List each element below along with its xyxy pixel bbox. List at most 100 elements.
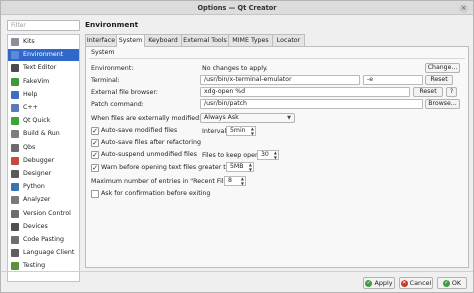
category-icon [11, 249, 19, 258]
reset-terminal-button[interactable]: Reset [425, 75, 453, 85]
autosave-refactor-label: Auto-save files after refactoring [101, 139, 202, 146]
file-browser-label: External file browser: [91, 89, 158, 96]
warn-large-label: Warn before opening text files greater t… [101, 164, 238, 171]
autosave-checkbox[interactable]: ✓ [91, 127, 99, 135]
browse-button[interactable]: Browse... [425, 99, 460, 109]
terminal-args-field[interactable]: -e [363, 75, 423, 85]
autosuspend-checkbox[interactable]: ✓ [91, 151, 99, 159]
sidebar-item-build-run[interactable]: Build & Run [8, 128, 79, 140]
cancel-label: Cancel [409, 279, 432, 287]
sidebar-item-designer[interactable]: Designer [8, 168, 79, 180]
category-icon [11, 170, 19, 178]
category-icon [11, 130, 19, 139]
reset-file-browser-button[interactable]: Reset [413, 87, 443, 97]
sidebar-item-label: FakeVim [23, 77, 50, 85]
filter-input[interactable]: Filter [7, 20, 80, 31]
apply-button[interactable]: ✓ Apply [363, 277, 395, 289]
spin-arrows-icon: ▲ ▼ [250, 126, 254, 136]
interval-value: 5min [230, 127, 246, 134]
sidebar-item-environment[interactable]: Environment [8, 49, 79, 62]
page-title: Environment [85, 20, 139, 29]
category-icon [11, 51, 19, 60]
group-title: System [91, 49, 115, 56]
recent-files-spinbox[interactable]: 8 ▲ ▼ [224, 176, 246, 186]
files-to-keep-spinbox[interactable]: 30 ▲ ▼ [257, 150, 279, 160]
dialog-button-box: ✓ Apply ✕ Cancel ✓ OK [1, 271, 473, 293]
sidebar: Filter Kits Environment Text Editor FakeVim… [7, 20, 80, 282]
sidebar-item-label: Designer [23, 170, 52, 177]
sidebar-item-devices[interactable]: Devices [8, 221, 79, 233]
files-modified-value: Always Ask [204, 114, 239, 121]
tab-external-tools[interactable]: External Tools [181, 34, 229, 46]
patch-command-field[interactable]: /usr/bin/patch [200, 99, 423, 109]
category-icon [11, 90, 19, 99]
sidebar-item-debugger[interactable]: Debugger [8, 155, 79, 167]
category-list: Kits Environment Text Editor FakeVim Help C++… [7, 34, 80, 282]
sidebar-item-language-client[interactable]: Language Client [8, 247, 79, 259]
sidebar-item-label: Debugger [23, 156, 55, 164]
tab-interface[interactable]: Interface [85, 34, 117, 46]
sidebar-item-qt-quick[interactable]: Qt Quick [8, 115, 79, 127]
change-environment-button[interactable]: Change... [425, 63, 460, 73]
options-dialog: Options — Qt Creator × Filter Kits Enviro… [0, 0, 474, 293]
sidebar-item-label: Help [23, 90, 38, 98]
sidebar-item-version-control[interactable]: Version Control [8, 208, 79, 220]
environment-value: No changes to apply. [202, 65, 268, 72]
category-icon [11, 77, 19, 86]
ask-exit-checkbox[interactable] [91, 190, 99, 198]
category-icon [11, 196, 19, 205]
help-button[interactable]: ? [446, 87, 457, 97]
sidebar-item-label: Analyzer [23, 196, 51, 204]
warn-large-spinbox[interactable]: 5MB ▲ ▼ [226, 162, 254, 172]
category-icon [11, 156, 19, 165]
patch-label: Patch command: [91, 101, 144, 108]
ok-label: OK [451, 279, 462, 287]
category-icon [11, 143, 19, 152]
check-icon: ✓ [365, 279, 373, 287]
title-bar: Options — Qt Creator × [1, 1, 473, 15]
category-icon [11, 236, 19, 244]
sidebar-item-label: Text Editor [23, 64, 57, 72]
interval-spinbox[interactable]: 5min ▲ ▼ [226, 126, 256, 136]
sidebar-item-label: Environment [23, 51, 64, 59]
group-divider [89, 58, 465, 59]
ok-button[interactable]: ✓ OK [437, 277, 467, 289]
sidebar-item-c[interactable]: C++ [8, 102, 79, 114]
warn-large-value: 5MB [230, 163, 244, 170]
sidebar-item-kits[interactable]: Kits [8, 36, 79, 48]
file-browser-field[interactable]: xdg-open %d [200, 87, 410, 97]
sidebar-item-label: Build & Run [23, 130, 60, 138]
warn-large-checkbox[interactable]: ✓ [91, 164, 99, 172]
tab-keyboard[interactable]: Keyboard [144, 34, 182, 46]
autosave-label: Auto-save modified files [101, 127, 178, 134]
terminal-field[interactable]: /usr/bin/x-terminal-emulator [200, 75, 360, 85]
sidebar-item-label: Python [23, 183, 45, 191]
sidebar-item-text-editor[interactable]: Text Editor [8, 62, 79, 74]
sidebar-item-code-pasting[interactable]: Code Pasting [8, 234, 79, 246]
close-icon[interactable]: × [459, 4, 468, 13]
recent-files-value: 8 [228, 177, 232, 184]
sidebar-item-help[interactable]: Help [8, 89, 79, 101]
sidebar-item-label: Qt Quick [23, 117, 51, 125]
sidebar-item-label: Code Pasting [23, 236, 64, 243]
cancel-button[interactable]: ✕ Cancel [399, 277, 433, 289]
tab-mime-types[interactable]: MIME Types [228, 34, 273, 46]
sidebar-item-analyzer[interactable]: Analyzer [8, 194, 79, 206]
category-icon [11, 183, 19, 192]
chevron-down-icon: ▼ [287, 115, 291, 121]
sidebar-item-python[interactable]: Python [8, 181, 79, 193]
sidebar-item-qbs[interactable]: Qbs [8, 142, 79, 154]
files-to-keep-value: 30 [261, 151, 269, 158]
tab-system[interactable]: System [116, 34, 145, 47]
sidebar-item-label: Testing [23, 262, 46, 270]
spin-arrows-icon: ▲ ▼ [240, 176, 244, 186]
tab-locator[interactable]: Locator [272, 34, 305, 46]
sidebar-item-fakevim[interactable]: FakeVim [8, 76, 79, 88]
spin-arrows-icon: ▲ ▼ [273, 150, 277, 160]
files-to-keep-label: Files to keep open: [202, 152, 262, 159]
category-icon [11, 209, 19, 218]
files-modified-combo[interactable]: Always Ask ▼ [200, 113, 295, 123]
autosave-refactor-checkbox[interactable]: ✓ [91, 139, 99, 147]
cancel-icon: ✕ [400, 279, 408, 287]
sidebar-item-label: Version Control [23, 209, 71, 217]
